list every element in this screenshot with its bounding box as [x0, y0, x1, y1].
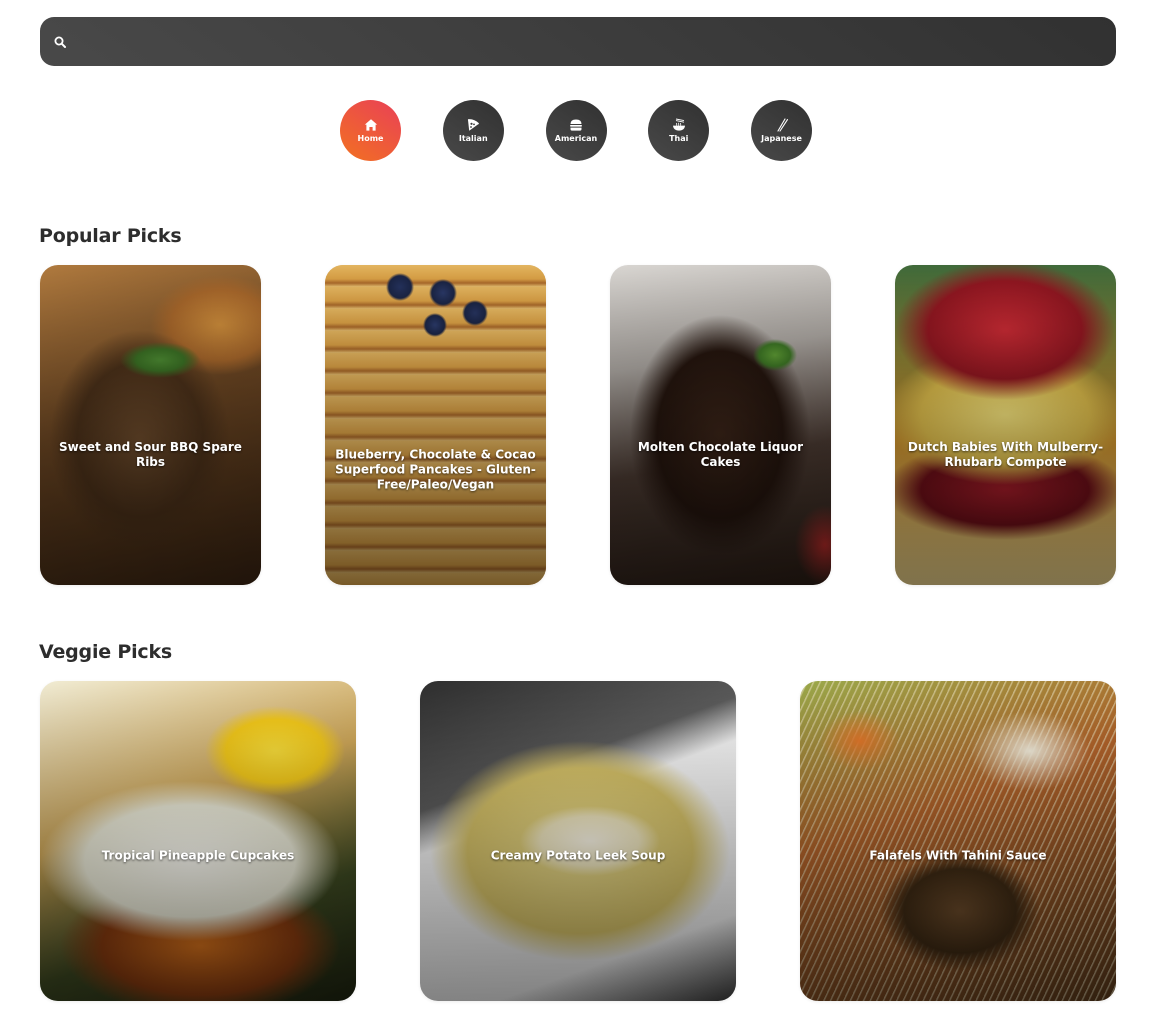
- recipe-card[interactable]: Molten Chocolate Liquor Cakes: [610, 265, 831, 585]
- cuisine-thai-button[interactable]: Thai: [648, 100, 710, 161]
- recipe-title: Molten Chocolate Liquor Cakes: [637, 440, 804, 469]
- search-bar[interactable]: [40, 17, 1116, 66]
- recipe-card[interactable]: Blueberry, Chocolate & Cocao Superfood P…: [325, 265, 546, 585]
- cuisine-label: Italian: [458, 134, 488, 143]
- cuisine-american-button[interactable]: American: [545, 100, 607, 161]
- recipe-card[interactable]: Sweet and Sour BBQ Spare Ribs: [40, 265, 261, 585]
- burger-icon: [570, 119, 582, 131]
- cuisine-label: Japanese: [761, 134, 802, 143]
- cuisine-label: American: [554, 134, 598, 143]
- recipe-card[interactable]: Dutch Babies With Mulberry-Rhubarb Compo…: [895, 265, 1116, 585]
- cuisine-label: Thai: [669, 134, 689, 143]
- recipe-title: Blueberry, Chocolate & Cocao Superfood P…: [335, 447, 536, 492]
- pizza-icon: [468, 119, 480, 131]
- recipe-card[interactable]: Falafels With Tahini Sauce: [800, 681, 1116, 1001]
- popular-picks-heading: Popular Picks: [39, 225, 182, 247]
- chopsticks-icon: [776, 118, 788, 132]
- cuisine-nav: Home Italian American Thai Japanese: [340, 100, 812, 161]
- recipe-title: Sweet and Sour BBQ Spare Ribs: [59, 440, 242, 469]
- cuisine-japanese-button[interactable]: Japanese: [751, 100, 812, 161]
- search-input[interactable]: [66, 17, 1116, 66]
- cuisine-home-button[interactable]: Home: [340, 100, 401, 161]
- veggie-picks-heading: Veggie Picks: [39, 641, 173, 663]
- recipe-card[interactable]: Tropical Pineapple Cupcakes: [40, 681, 356, 1001]
- recipe-title: Creamy Potato Leek Soup: [490, 848, 666, 863]
- recipe-title: Tropical Pineapple Cupcakes: [101, 848, 295, 863]
- cuisine-italian-button[interactable]: Italian: [442, 100, 504, 161]
- cuisine-label: Home: [357, 134, 384, 143]
- home-icon: [364, 119, 377, 131]
- recipe-card[interactable]: Creamy Potato Leek Soup: [420, 681, 736, 1001]
- recipe-title: Falafels With Tahini Sauce: [869, 848, 1047, 863]
- noodle-bowl-icon: [672, 118, 685, 131]
- search-icon: [54, 36, 66, 48]
- recipe-title: Dutch Babies With Mulberry-Rhubarb Compo…: [907, 440, 1104, 469]
